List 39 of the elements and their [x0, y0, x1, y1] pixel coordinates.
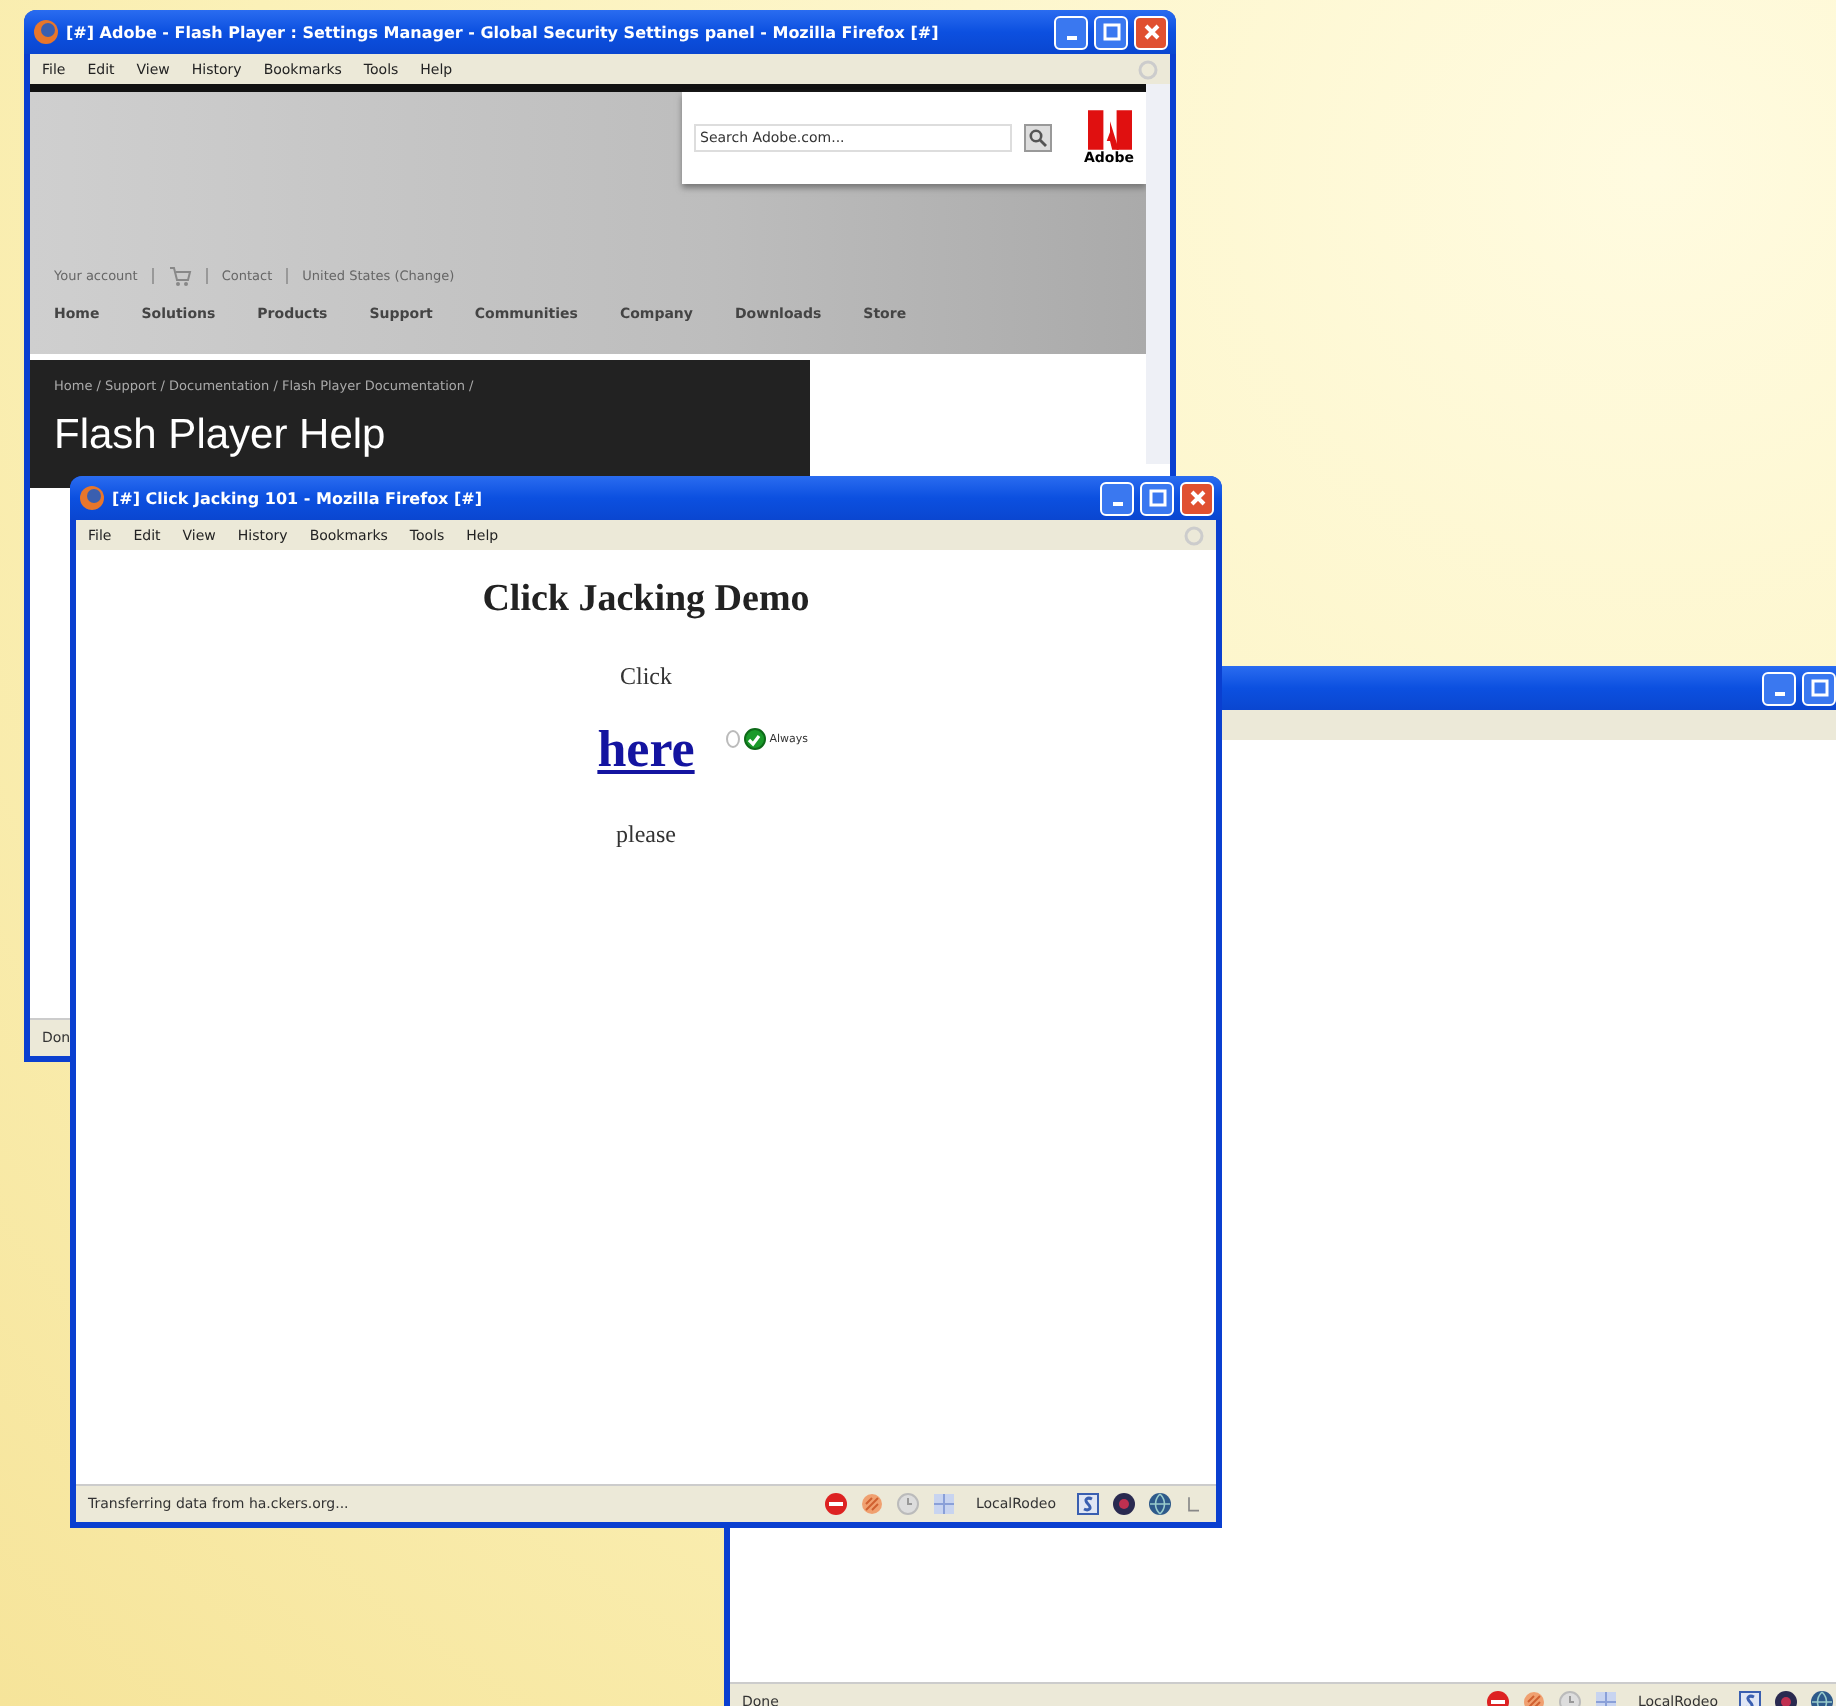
round-icon[interactable] [1112, 1492, 1136, 1516]
adobe-logo-icon [1087, 110, 1131, 150]
close-icon [1187, 488, 1207, 508]
search-icon [1028, 128, 1048, 148]
browser-logo-icon [78, 484, 106, 512]
resize-grip-icon[interactable] [1184, 1492, 1204, 1516]
stop-sign-icon[interactable] [823, 1492, 848, 1516]
minimize-button[interactable] [1054, 15, 1088, 49]
maximize-icon [1809, 678, 1829, 698]
close-button[interactable] [1134, 15, 1168, 49]
maximize-icon [1147, 488, 1167, 508]
throbber-icon [1138, 59, 1158, 79]
browser-logo-icon [32, 18, 60, 46]
minimize-button[interactable] [1762, 671, 1796, 705]
minimize-icon [1111, 502, 1123, 506]
here-link[interactable]: here [597, 720, 695, 778]
search-button[interactable] [1024, 124, 1052, 152]
window-title: [#] Adobe - Flash Player : Settings Manager - Global Security Settings panel - Mozilla Firefox [#] [66, 23, 939, 41]
close-button[interactable] [1180, 481, 1214, 515]
page-title: Flash Player Help [54, 412, 388, 460]
close-icon [1141, 22, 1161, 42]
globe-icon[interactable] [1148, 1492, 1172, 1516]
minimize-button[interactable] [1100, 481, 1134, 515]
square-icon[interactable] [1076, 1492, 1100, 1516]
check-mark-icon[interactable] [743, 728, 766, 750]
window-title: [#] Click Jacking 101 - Mozilla Firefox [#] [112, 489, 483, 507]
maximize-icon [1101, 22, 1121, 42]
minimize-icon [1773, 692, 1785, 696]
feed-icon[interactable] [859, 1492, 884, 1516]
maximize-button[interactable] [1802, 671, 1836, 705]
throbber-icon [1184, 525, 1204, 545]
maximize-button[interactable] [1140, 481, 1174, 515]
scrollbar[interactable] [1146, 84, 1170, 464]
body-text: Click [620, 662, 672, 692]
maximize-button[interactable] [1094, 15, 1128, 49]
body-text: please [616, 820, 676, 850]
radio-button[interactable] [725, 730, 740, 748]
minimize-icon [1065, 36, 1077, 40]
page-heading: Click Jacking Demo [482, 578, 810, 622]
